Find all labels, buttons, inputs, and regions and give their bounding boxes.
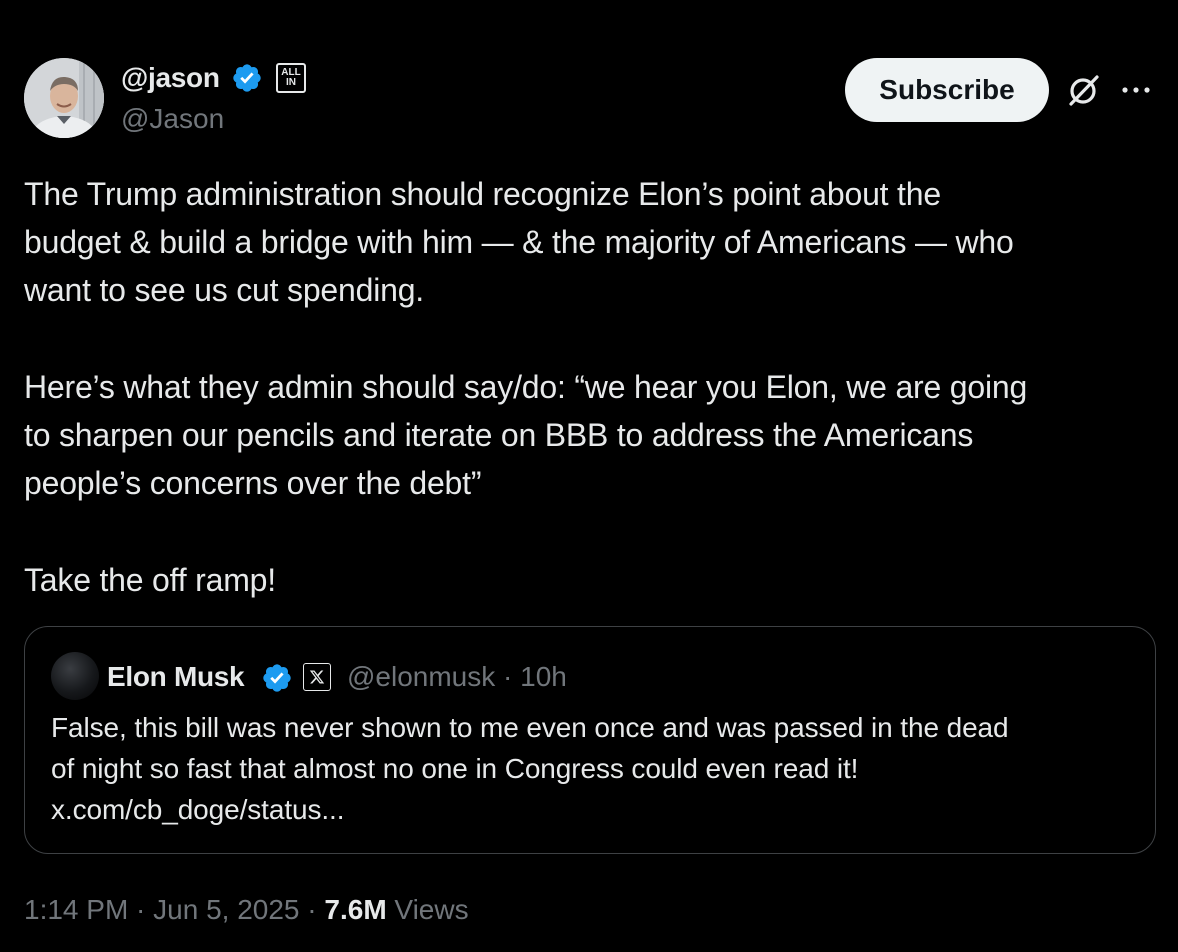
author-avatar[interactable] bbox=[24, 58, 104, 138]
quoted-handle-time[interactable]: @elonmusk · 10h bbox=[347, 660, 567, 694]
views-count: 7.6M bbox=[324, 894, 387, 925]
subscribe-button[interactable]: Subscribe bbox=[845, 58, 1049, 122]
quoted-tweet-text: False, this bill was never shown to me e… bbox=[51, 712, 1009, 825]
tweet-text: The Trump administration should recogniz… bbox=[24, 176, 1028, 598]
x-logo-icon bbox=[303, 663, 331, 691]
tweet-footer: 1:14 PM · Jun 5, 2025 · 7.6M Views bbox=[24, 892, 469, 928]
quoted-verified-badge-icon bbox=[263, 664, 291, 692]
quoted-tweet-card[interactable]: Elon Musk @elonmusk · 10h False, this bi… bbox=[24, 626, 1156, 854]
more-options-icon[interactable] bbox=[1118, 74, 1154, 106]
author-handle[interactable]: @Jason bbox=[121, 101, 224, 137]
quoted-author-avatar[interactable] bbox=[51, 652, 99, 700]
author-display-name[interactable]: @jason bbox=[121, 60, 220, 96]
verified-badge-icon[interactable] bbox=[231, 62, 263, 94]
author-avatar-image bbox=[24, 58, 104, 138]
views-label: Views bbox=[386, 894, 469, 925]
quoted-author-name[interactable]: Elon Musk bbox=[107, 660, 245, 694]
affiliate-badge-line2: IN bbox=[286, 77, 296, 88]
tweet-timestamp[interactable]: 1:14 PM · Jun 5, 2025 · bbox=[24, 894, 324, 925]
grok-icon[interactable] bbox=[1066, 72, 1102, 108]
affiliate-badge-icon[interactable]: ALL IN bbox=[276, 63, 306, 93]
